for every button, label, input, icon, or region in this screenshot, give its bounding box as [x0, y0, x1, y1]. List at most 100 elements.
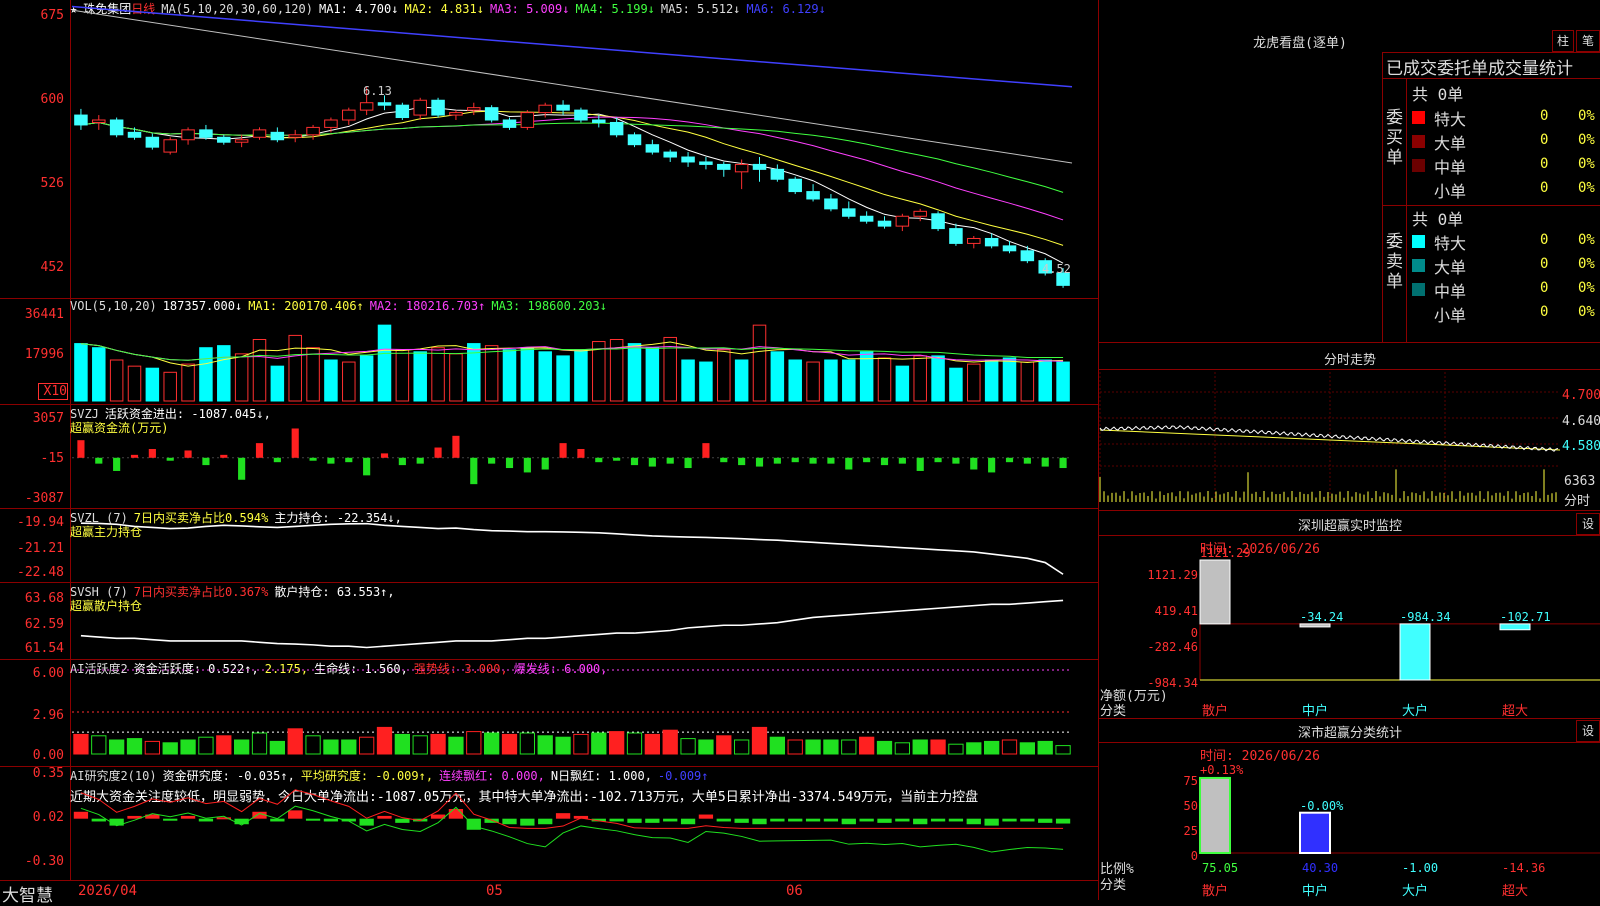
svzj-bar [613, 457, 621, 461]
ai-research-bar [823, 818, 839, 822]
svzj-chart[interactable] [72, 413, 1096, 503]
sell-row-color-swatch [1412, 307, 1425, 320]
classify-category-label: 超大 [1502, 884, 1529, 899]
candle-body [217, 136, 231, 143]
ai-activity-bar [698, 739, 714, 755]
candle-body [520, 112, 535, 128]
ai-activity-bar [876, 740, 893, 755]
candle-body [913, 210, 927, 217]
svzj-bar [595, 457, 603, 463]
low-annotation: 4.52 [1042, 262, 1071, 276]
candle-body [949, 228, 963, 244]
classify-settings-button[interactable]: 设 [1576, 720, 1600, 742]
ai-activity-bar [1019, 742, 1036, 755]
ai-activity-bar [394, 733, 411, 755]
monitor-axis-2: 419.41 [1154, 604, 1198, 618]
svzj-bar [291, 428, 299, 458]
svzj-bar [738, 457, 746, 466]
svzl-panel[interactable]: SVZL (7) 7日内买卖净占比0.594% 主力持仓: -22.354↓, 超赢… [0, 509, 1097, 582]
classify-chart[interactable] [1199, 776, 1600, 858]
svzj-bar [345, 457, 353, 463]
candle-body [770, 168, 785, 180]
buy-row-name: 大单 [1434, 134, 1467, 153]
svsh-chart[interactable] [72, 597, 1096, 653]
sell-row-count: 0 [1540, 304, 1549, 320]
buy-row-name: 特大 [1434, 110, 1467, 129]
volume-bar [359, 355, 374, 402]
ai-activity-bar [966, 742, 982, 755]
svzj-bar [452, 435, 460, 458]
ai-research-bar [73, 811, 89, 819]
classify-time: 时间: 2026/06/26 [1200, 749, 1320, 764]
ai-activity-bar [662, 729, 678, 755]
volume-bar [127, 365, 142, 402]
svzl-chart[interactable] [72, 522, 1096, 577]
candle-body [984, 237, 999, 247]
ai-activity-bar [198, 736, 214, 755]
volume-bar [645, 347, 660, 402]
svsh-axis-1: 63.68 [24, 591, 64, 606]
volume-bar [252, 339, 267, 402]
monitor-title-divider [1099, 535, 1600, 536]
intraday-chart[interactable] [1099, 372, 1561, 508]
ai-activity-chart[interactable] [72, 669, 1096, 764]
buy-row-count: 0 [1540, 108, 1549, 124]
svzj-bar [702, 443, 710, 458]
svzj-bar [541, 457, 549, 470]
ai-activity-bar [73, 733, 89, 755]
ai-activity-bar [680, 738, 696, 755]
volume-bar [842, 359, 856, 402]
svzj-bar [77, 440, 85, 458]
volume-bar [520, 347, 535, 402]
ai-activity-bar [984, 740, 1000, 755]
svzj-panel[interactable]: SVZJ 活跃资金进出: -1087.045↓, 超赢资金流(万元) 3057 -… [0, 405, 1097, 508]
volume-bar [288, 334, 302, 402]
volume-bar [627, 343, 642, 402]
svzj-bar [827, 457, 835, 464]
ai-research-bar [859, 818, 874, 822]
ai-activity-bar [412, 735, 428, 755]
svzj-bar [95, 457, 103, 464]
monitor-bar [1399, 623, 1431, 681]
volume-bar [734, 359, 749, 402]
ai-activity-bar [466, 731, 482, 755]
svzl-axis-2: -21.21 [17, 541, 64, 556]
svzj-bar [720, 457, 728, 463]
candlestick-chart[interactable] [71, 4, 1096, 294]
volume-bar [1056, 361, 1070, 402]
candle-body [842, 208, 856, 217]
volume-chart[interactable] [72, 319, 1096, 402]
ai-activity-bar [126, 738, 143, 755]
tick-mode-button[interactable]: 笔 [1576, 30, 1600, 52]
svsh-panel[interactable]: SVSH (7) 7日内买卖净占比0.367% 散户持仓: 63.553↑, 超赢散… [0, 583, 1097, 659]
ai-research-bar [502, 818, 517, 825]
ai-activity-bar [162, 742, 178, 755]
svzj-bar [666, 457, 674, 464]
candle-body [824, 198, 838, 210]
ai-activity-bar [216, 735, 232, 755]
sell-row-color-swatch [1412, 235, 1425, 248]
ai-research-panel[interactable]: AI研究度2(10) 资金研究度: -0.035↑, 平均研究度: -0.009↑,… [0, 766, 1097, 880]
ai-research-chart[interactable] [72, 773, 1096, 873]
ai-activity-bar [930, 739, 946, 755]
ai-research-bar [520, 818, 535, 826]
sell-row-name: 小单 [1434, 306, 1467, 325]
ai-activity-bar [109, 739, 125, 755]
candle-body [592, 119, 606, 123]
svzj-bar [880, 457, 889, 466]
svzj-bar [863, 457, 871, 463]
ai-activity-panel[interactable]: AI活跃度2 资金活跃度: 0.522↑, 2.175, 生命线: 1.560, 强势线… [0, 660, 1097, 766]
longhu-title: 龙虎看盘(逐单) [1253, 36, 1347, 51]
svzj-axis-1: 3057 [32, 411, 64, 426]
price-panel[interactable]: ★珠免集团日线MA(5,10,20,30,60,120)MA1: 4.700↓M… [0, 0, 1097, 298]
volume-panel[interactable]: VOL(5,10,20) 187357.000↓ MA1: 200170.406↑ M… [0, 299, 1097, 403]
monitor-chart[interactable]: 1121.29 -34.24 -984.34 -102.71 [1199, 546, 1600, 686]
monitor-settings-button[interactable]: 设 [1576, 513, 1600, 535]
monitor-cat-title: 分类 [1100, 704, 1127, 719]
candle-body [324, 119, 338, 128]
volume-bar [592, 341, 606, 402]
ai-activity-bar [912, 739, 928, 755]
svzj-bar [416, 457, 424, 464]
buy-row-name: 中单 [1434, 158, 1467, 177]
bar-mode-button[interactable]: 柱 [1552, 30, 1574, 52]
